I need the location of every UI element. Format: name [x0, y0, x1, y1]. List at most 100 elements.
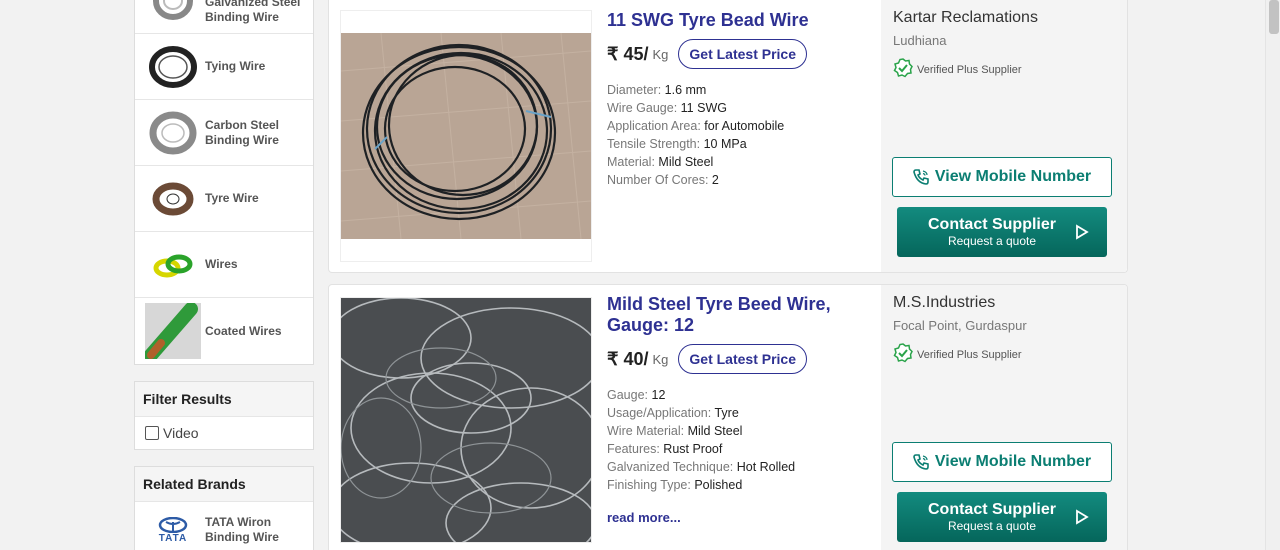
spec-value: 2 — [711, 173, 719, 187]
price-unit: Kg — [652, 351, 669, 367]
contact-supplier-button[interactable]: Contact Supplier Request a quote — [897, 492, 1107, 542]
category-item-galvanized-steel-binding-wire[interactable]: Galvanized Steel Binding Wire — [135, 0, 313, 34]
read-more-link[interactable]: read more... — [607, 510, 681, 525]
play-arrow-icon — [1075, 224, 1089, 245]
product-card: 11 SWG Tyre Bead Wire ₹ 45/ Kg Get Lates… — [328, 0, 1128, 273]
spec-value: for Automobile — [704, 119, 785, 133]
spec-key: Diameter: — [607, 83, 662, 97]
coated-wire-icon — [145, 303, 201, 359]
spec-key: Features: — [607, 442, 660, 456]
category-item-wires[interactable]: Wires — [135, 232, 313, 298]
wire-coil-icon — [145, 0, 201, 21]
brand-item-tata-wiron[interactable]: TATA TATA Wiron Binding Wire — [135, 502, 313, 550]
tata-logo-icon: TATA — [145, 510, 201, 550]
product-title[interactable]: 11 SWG Tyre Bead Wire — [607, 10, 877, 31]
product-specs: Diameter: 1.6 mm Wire Gauge: 11 SWG Appl… — [607, 81, 877, 189]
spec-row: Galvanized Technique: Hot Rolled — [607, 458, 877, 476]
related-brands-panel: Related Brands TATA TATA Wiron Binding W… — [134, 466, 314, 550]
seller-panel: M.S.Industries Focal Point, Gurdaspur Ve… — [881, 285, 1127, 550]
spec-key: Wire Gauge: — [607, 101, 678, 115]
video-filter[interactable]: Video — [135, 417, 313, 449]
request-quote-label: Request a quote — [947, 519, 1037, 533]
request-quote-label: Request a quote — [947, 234, 1037, 248]
category-label: Galvanized Steel Binding Wire — [205, 0, 301, 24]
scrollbar-thumb[interactable] — [1269, 0, 1279, 34]
spec-value: Rust Proof — [663, 442, 723, 456]
contact-supplier-button[interactable]: Contact Supplier Request a quote — [897, 207, 1107, 257]
get-latest-price-button[interactable]: Get Latest Price — [678, 344, 807, 374]
seller-panel: Kartar Reclamations Ludhiana Verified Pl… — [881, 0, 1127, 272]
category-label: Coated Wires — [205, 323, 282, 338]
get-latest-price-button[interactable]: Get Latest Price — [678, 39, 807, 69]
product-price: ₹ 45/ — [607, 43, 649, 64]
category-item-tyre-wire[interactable]: Tyre Wire — [135, 166, 313, 232]
tata-logo-text: TATA — [158, 532, 188, 544]
category-item-carbon-steel-binding-wire[interactable]: Carbon Steel Binding Wire — [135, 100, 313, 166]
sidebar: Galvanized Steel Binding Wire Tying Wire… — [134, 0, 314, 550]
play-arrow-icon — [1075, 509, 1089, 530]
spec-key: Finishing Type: — [607, 478, 691, 492]
view-mobile-number-button[interactable]: View Mobile Number — [892, 157, 1112, 197]
filter-panel: Filter Results Video — [134, 381, 314, 450]
contact-supplier-label: Contact Supplier — [927, 216, 1056, 233]
page-scrollbar[interactable] — [1265, 0, 1280, 550]
spec-row: Gauge: 12 — [607, 386, 877, 404]
verified-badge: Verified Plus Supplier — [893, 343, 1115, 366]
spec-row: Features: Rust Proof — [607, 440, 877, 458]
product-image[interactable] — [330, 297, 602, 550]
spec-value: 10 MPa — [703, 137, 747, 151]
verified-badge: Verified Plus Supplier — [893, 58, 1115, 81]
category-label: Tyre Wire — [205, 191, 259, 205]
view-mobile-number-label: View Mobile Number — [934, 168, 1092, 185]
product-title[interactable]: Mild Steel Tyre Beed Wire, Gauge: 12 — [607, 294, 877, 336]
view-mobile-number-label: View Mobile Number — [934, 453, 1092, 470]
view-mobile-number-button[interactable]: View Mobile Number — [892, 442, 1112, 482]
spec-key: Tensile Strength: — [607, 137, 701, 151]
spec-row: Tensile Strength: 10 MPa — [607, 135, 877, 153]
seller-location: Ludhiana — [893, 33, 947, 48]
price-row: ₹ 40/ Kg Get Latest Price — [607, 344, 877, 374]
product-info: 11 SWG Tyre Bead Wire ₹ 45/ Kg Get Lates… — [607, 10, 877, 189]
spec-row: Wire Material: Mild Steel — [607, 422, 877, 440]
spec-value: 12 — [651, 388, 666, 402]
spec-key: Material: — [607, 155, 655, 169]
spec-value: 1.6 mm — [664, 83, 707, 97]
product-card: Mild Steel Tyre Beed Wire, Gauge: 12 ₹ 4… — [328, 284, 1128, 550]
spec-row: Finishing Type: Polished — [607, 476, 877, 494]
spec-key: Usage/Application: — [607, 406, 712, 420]
video-filter-label: Video — [163, 425, 199, 441]
product-image[interactable] — [340, 10, 592, 262]
video-checkbox[interactable] — [145, 426, 159, 440]
category-item-tying-wire[interactable]: Tying Wire — [135, 34, 313, 100]
spec-row: Application Area: for Automobile — [607, 117, 877, 135]
category-item-coated-wires[interactable]: Coated Wires — [135, 298, 313, 364]
seller-location: Focal Point, Gurdaspur — [893, 318, 1027, 333]
category-label: Tying Wire — [205, 59, 266, 73]
verified-check-icon — [893, 58, 913, 81]
related-brands-title: Related Brands — [135, 467, 313, 502]
seller-name[interactable]: M.S.Industries — [893, 294, 1115, 312]
wire-coil-icon — [145, 105, 201, 161]
contact-supplier-label: Contact Supplier — [927, 501, 1056, 518]
spec-row: Material: Mild Steel — [607, 153, 877, 171]
category-list: Galvanized Steel Binding Wire Tying Wire… — [134, 0, 314, 365]
spec-row: Usage/Application: Tyre — [607, 404, 877, 422]
spec-row: Diameter: 1.6 mm — [607, 81, 877, 99]
spec-key: Wire Material: — [607, 424, 685, 438]
category-label: Carbon Steel Binding Wire — [205, 117, 280, 147]
product-price: ₹ 40/ — [607, 348, 649, 369]
verified-label: Verified Plus Supplier — [917, 63, 1022, 76]
spec-key: Number Of Cores: — [607, 173, 709, 187]
filter-title: Filter Results — [135, 382, 313, 417]
spec-value: Hot Rolled — [736, 460, 796, 474]
spec-key: Galvanized Technique: — [607, 460, 734, 474]
spec-value: Mild Steel — [687, 424, 743, 438]
product-specs: Gauge: 12 Usage/Application: Tyre Wire M… — [607, 386, 877, 494]
phone-icon — [913, 169, 929, 185]
seller-name[interactable]: Kartar Reclamations — [893, 9, 1115, 27]
product-info: Mild Steel Tyre Beed Wire, Gauge: 12 ₹ 4… — [607, 294, 877, 494]
spec-value: Tyre — [714, 406, 739, 420]
spec-row: Number Of Cores: 2 — [607, 171, 877, 189]
category-label: Wires — [205, 257, 238, 271]
phone-icon — [913, 454, 929, 470]
